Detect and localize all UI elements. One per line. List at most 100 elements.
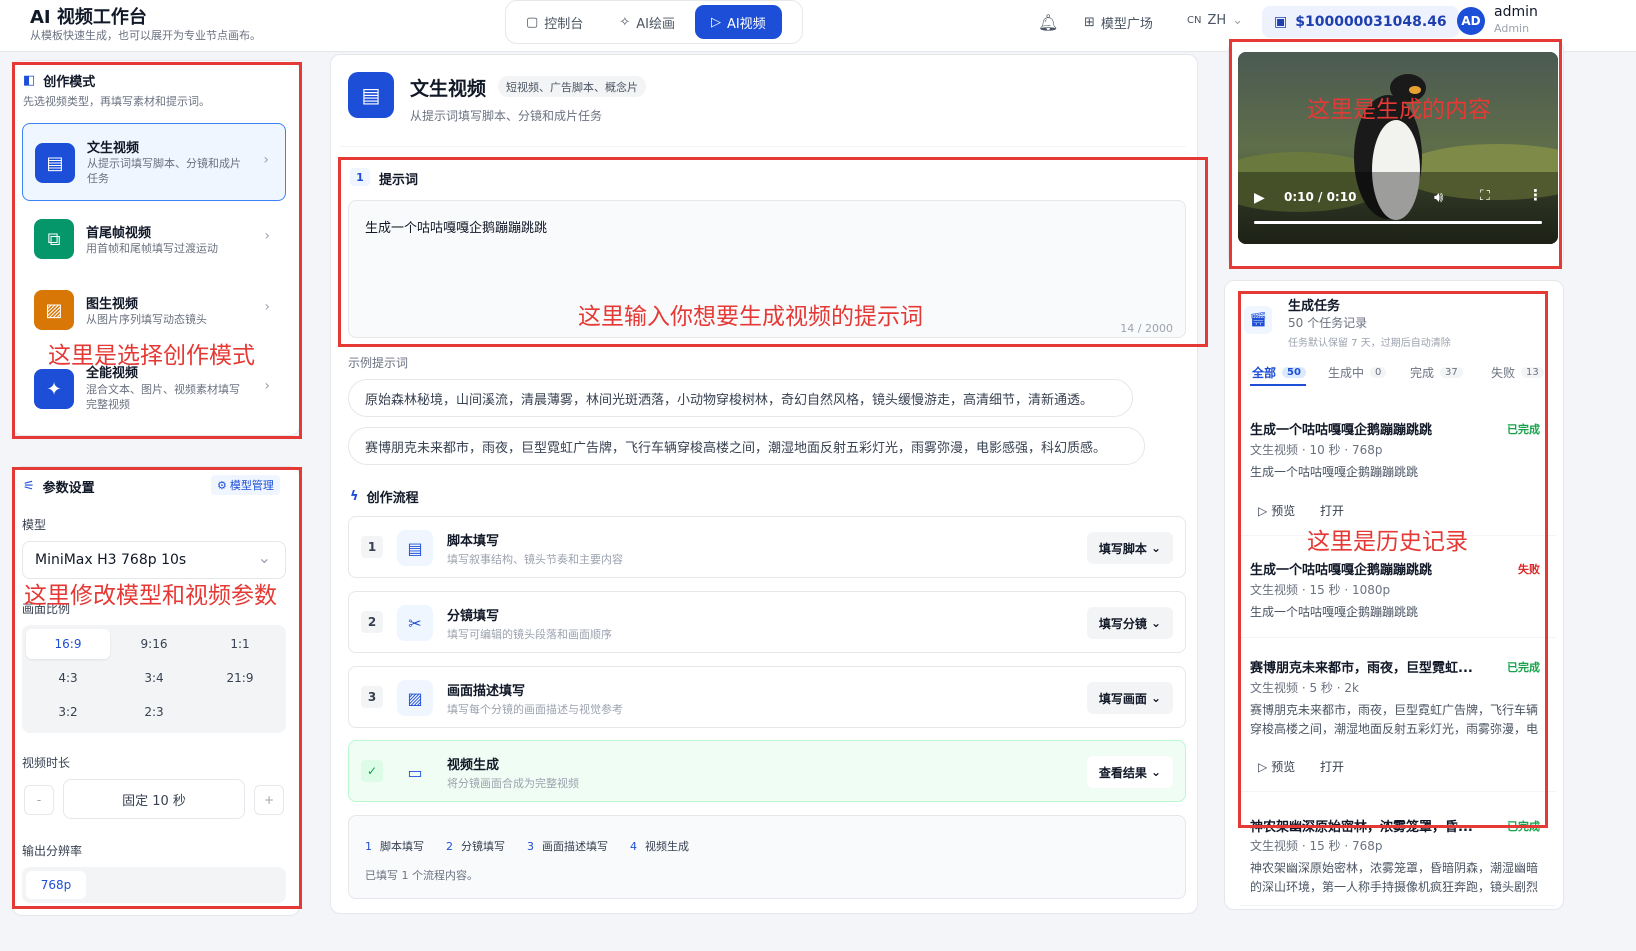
summary-note: 已填写 1 个流程内容。 (365, 869, 478, 882)
play-icon: ▷ (710, 14, 721, 30)
settings-icon: ⚙ (217, 478, 227, 492)
preview-button[interactable]: ▷ 预览 (1258, 758, 1295, 775)
page-title: 文生视频 (410, 78, 487, 100)
chevron-down-icon: ⌄ (1150, 691, 1161, 705)
document-icon: ▤ (397, 530, 433, 566)
chevron-right-icon: › (264, 299, 270, 315)
tab-generating[interactable]: 生成中 0 (1328, 364, 1387, 381)
chevron-down-icon: ⌄ (1150, 616, 1161, 630)
tab-ai-video[interactable]: ▷ AI视频 (694, 5, 782, 39)
tasks-note: 任务默认保留 7 天，过期后自动清除 (1288, 338, 1451, 349)
example-prompt-chip[interactable]: 赛博朋克未来都市，雨夜，巨型霓虹广告牌，飞行车辆穿梭高楼之间，潮湿地面反射五彩灯… (348, 427, 1145, 465)
image-file-icon: ▨ (397, 680, 433, 716)
summary-step: 4 视频生成 (630, 840, 689, 853)
open-button[interactable]: 打开 (1320, 758, 1344, 775)
status-badge: 已完成 (1507, 423, 1540, 436)
task-item[interactable]: 赛博朋克未来都市，雨夜，巨型霓虹... 已完成 文生视频 · 5 秒 · 2k … (1240, 644, 1556, 792)
ratio-option[interactable]: 3:2 (26, 697, 110, 727)
example-prompt-chip[interactable]: 原始森林秘境，山间溪流，清晨薄雾，林间光斑洒落，小动物穿梭树林，奇幻自然风格，镜… (348, 379, 1133, 417)
tab-all[interactable]: 全部 50 (1252, 364, 1306, 381)
user-role: Admin (1494, 22, 1530, 35)
view-result-button[interactable]: 查看结果 ⌄ (1086, 756, 1173, 788)
sliders-icon: ⚟ (23, 479, 35, 494)
annotation-prompt: 这里输入你想要生成视频的提示词 (578, 304, 923, 330)
video-player[interactable]: ▶ 0:10 / 0:10 🔊︎ ⛶ ⋮ (1238, 52, 1558, 244)
mode-first-last-frame[interactable]: ⧉ 首尾帧视频 用首帧和尾帧填写过渡运动 › (22, 200, 286, 278)
ratio-option[interactable]: 1:1 (198, 629, 282, 659)
status-badge: 已完成 (1507, 661, 1540, 674)
image-icon: ▨ (34, 290, 74, 330)
fill-storyboard-button[interactable]: 填写分镜 ⌄ (1086, 607, 1173, 639)
active-tab-indicator (1250, 384, 1306, 386)
page-subtitle: 从提示词填写脚本、分镜和成片任务 (410, 109, 603, 123)
tasks-count: 50 个任务记录 (1288, 316, 1368, 330)
video-progress-track[interactable] (1254, 221, 1542, 224)
ratio-grid: 16:9 9:16 1:1 4:3 3:4 21:9 3:2 2:3 (22, 625, 286, 733)
ratio-option[interactable]: 16:9 (26, 629, 110, 659)
document-icon: ▤ (35, 143, 75, 183)
clapperboard-icon: 🎬︎ (1244, 306, 1272, 334)
summary-step: 1 脚本填写 (365, 840, 424, 853)
ratio-option[interactable]: 9:16 (112, 629, 196, 659)
balance-badge[interactable]: ▣ $100000031048.46 (1262, 6, 1459, 38)
open-button[interactable]: 打开 (1320, 502, 1344, 519)
tab-dashboard[interactable]: ▢ 控制台 (510, 5, 599, 39)
step-badge: 1 (350, 168, 370, 186)
tab-ai-painting[interactable]: ✧ AI绘画 (603, 5, 691, 39)
ratio-option[interactable]: 21:9 (198, 663, 282, 693)
video-frame (1238, 52, 1558, 244)
sparkle-icon: ✧ (619, 14, 631, 30)
chevron-down-icon: ⌄ (1232, 13, 1244, 28)
image-frame-icon: ⧉ (34, 219, 74, 259)
volume-icon[interactable]: 🔊︎ (1434, 188, 1443, 206)
task-item[interactable]: 生成一个咕咕嘎嘎企鹅蹦蹦跳跳 已完成 文生视频 · 10 秒 · 768p 生成… (1240, 406, 1556, 536)
flow-step-scene: 3 ▨ 画面描述填写 填写每个分镜的画面描述与视觉参考 填写画面 ⌄ (348, 666, 1186, 728)
flow-step-generate: ✓ ▭ 视频生成 将分镜画面合成为完整视频 查看结果 ⌄ (348, 740, 1186, 802)
ratio-option[interactable]: 3:4 (112, 663, 196, 693)
video-progress-fill (1254, 221, 1542, 224)
sparkle-icon: ✦ (34, 369, 74, 409)
tab-completed[interactable]: 完成 37 (1410, 364, 1463, 381)
char-count: 14 / 2000 (1120, 322, 1173, 335)
model-plaza-link[interactable]: ⊞ 模型广场 (1084, 13, 1153, 32)
mode-text-to-video[interactable]: ▤ 文生视频 从提示词填写脚本、分镜和成片任务 › (22, 123, 286, 201)
model-manage-button[interactable]: ⚙ 模型管理 (211, 475, 280, 495)
status-badge: 已完成 (1507, 820, 1540, 833)
layout-icon: ◧ (23, 73, 36, 88)
language-selector[interactable]: CN ZH ⌄ (1187, 13, 1243, 28)
model-label: 模型 (22, 518, 47, 532)
fill-scene-button[interactable]: 填写画面 ⌄ (1086, 682, 1173, 714)
duration-decrement-button[interactable]: - (24, 785, 54, 815)
ratio-option[interactable]: 2:3 (112, 697, 196, 727)
task-item[interactable]: 生成一个咕咕嘎嘎企鹅蹦蹦跳跳 失败 文生视频 · 15 秒 · 1080p 生成… (1240, 546, 1556, 638)
duration-increment-button[interactable]: + (254, 785, 284, 815)
ratio-option[interactable]: 4:3 (26, 663, 110, 693)
check-icon: ✓ (361, 760, 383, 782)
mode-title: 创作模式 (43, 75, 96, 90)
duration-value[interactable]: 固定 10 秒 (63, 779, 245, 819)
app-subtitle: 从模板快速生成，也可以展开为专业节点画布。 (30, 29, 261, 42)
resolution-option[interactable]: 768p (26, 871, 86, 899)
summary-step: 2 分镜填写 (446, 840, 505, 853)
fill-script-button[interactable]: 填写脚本 ⌄ (1086, 532, 1173, 564)
play-icon: ▷ (1258, 503, 1268, 518)
play-icon[interactable]: ▶ (1254, 190, 1265, 206)
annotation-mode: 这里是选择创作模式 (48, 343, 255, 369)
resolution-label: 输出分辨率 (22, 844, 83, 858)
duration-label: 视频时长 (22, 756, 71, 770)
task-item[interactable]: 神农架幽深原始密林，浓雾笼罩，昏... 已完成 文生视频 · 15 秒 · 76… (1240, 806, 1556, 906)
prompt-label: 提示词 (379, 173, 419, 188)
tab-failed[interactable]: 失败 13 (1491, 364, 1544, 381)
fullscreen-icon[interactable]: ⛶ (1480, 188, 1490, 204)
model-select[interactable]: MiniMax H3 768p 10s ⌄ (22, 541, 286, 579)
resolution-group: 768p (22, 867, 286, 903)
mode-desc: 先选视频类型，再填写素材和提示词。 (23, 95, 210, 108)
chevron-down-icon: ⌄ (257, 548, 271, 567)
bell-icon[interactable]: 🔔︎ (1038, 13, 1058, 32)
lightning-icon: ϟ (350, 489, 359, 504)
preview-button[interactable]: ▷ 预览 (1258, 502, 1295, 519)
avatar[interactable]: AD (1457, 7, 1485, 35)
more-icon[interactable]: ⋮ (1528, 186, 1543, 204)
flow-step-storyboard: 2 ✂ 分镜填写 填写可编辑的镜头段落和画面顺序 填写分镜 ⌄ (348, 591, 1186, 653)
flow-summary: 1 脚本填写 2 分镜填写 3 画面描述填写 4 视频生成 已填写 1 个流程内容。 (348, 815, 1186, 899)
